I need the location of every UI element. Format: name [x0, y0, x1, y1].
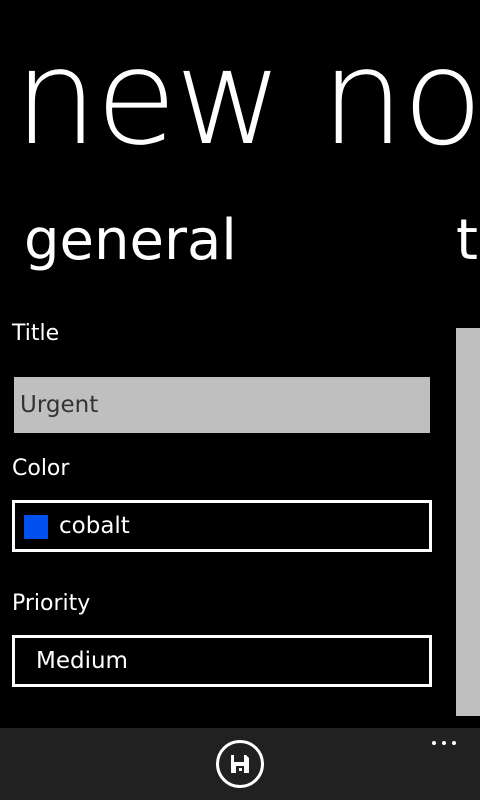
priority-picker-value: Medium	[36, 648, 128, 674]
next-pivot-panel-preview	[456, 328, 480, 716]
save-icon	[231, 755, 249, 773]
priority-picker[interactable]: Medium	[12, 635, 432, 687]
ellipsis-icon	[442, 741, 446, 745]
color-label: Color	[12, 456, 70, 481]
new-note-screen: new no general te Title Urgent Color cob…	[0, 0, 480, 800]
ellipsis-icon	[432, 741, 436, 745]
pivot-tab-general[interactable]: general	[24, 206, 237, 276]
color-swatch	[24, 515, 48, 539]
color-picker-value: cobalt	[59, 513, 130, 539]
save-button[interactable]	[216, 740, 264, 788]
priority-label: Priority	[12, 591, 91, 616]
application-bar	[0, 728, 480, 800]
more-options-button[interactable]	[424, 732, 464, 752]
title-input[interactable]: Urgent	[14, 377, 430, 433]
ellipsis-icon	[452, 741, 456, 745]
pivot-tab-next[interactable]: te	[456, 206, 480, 276]
title-label: Title	[12, 321, 60, 346]
color-picker[interactable]: cobalt	[12, 500, 432, 552]
page-title: new no	[14, 21, 480, 175]
